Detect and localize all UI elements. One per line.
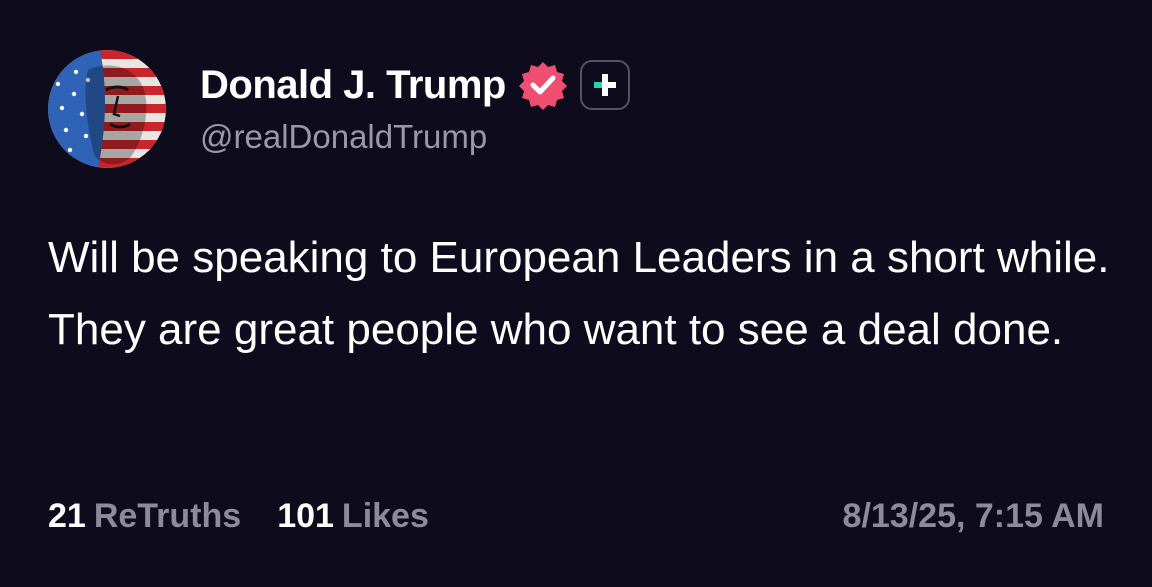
retruths-stat[interactable]: 21 ReTruths — [48, 497, 241, 536]
post-card: Donald J. Trump @realDonaldTrump Will be… — [0, 0, 1152, 587]
author-name-row: Donald J. Trump — [200, 60, 630, 110]
author-avatar[interactable] — [48, 50, 166, 168]
verified-badge-icon — [518, 60, 568, 110]
post-body-text: Will be speaking to European Leaders in … — [48, 233, 1110, 354]
author-handle[interactable]: @realDonaldTrump — [200, 118, 487, 156]
likes-stat[interactable]: 101 Likes — [277, 497, 429, 536]
post-stats: 21 ReTruths 101 Likes — [48, 497, 429, 536]
retruths-label: ReTruths — [93, 497, 242, 535]
likes-count: 101 — [277, 497, 334, 535]
plus-badge-icon[interactable] — [579, 60, 630, 110]
flag-portrait-avatar-icon — [48, 50, 166, 168]
post-timestamp[interactable]: 8/13/25, 7:15 AM — [843, 497, 1104, 536]
likes-label: Likes — [341, 497, 429, 535]
author-display-name[interactable]: Donald J. Trump — [200, 63, 506, 108]
retruths-count: 21 — [48, 497, 86, 535]
